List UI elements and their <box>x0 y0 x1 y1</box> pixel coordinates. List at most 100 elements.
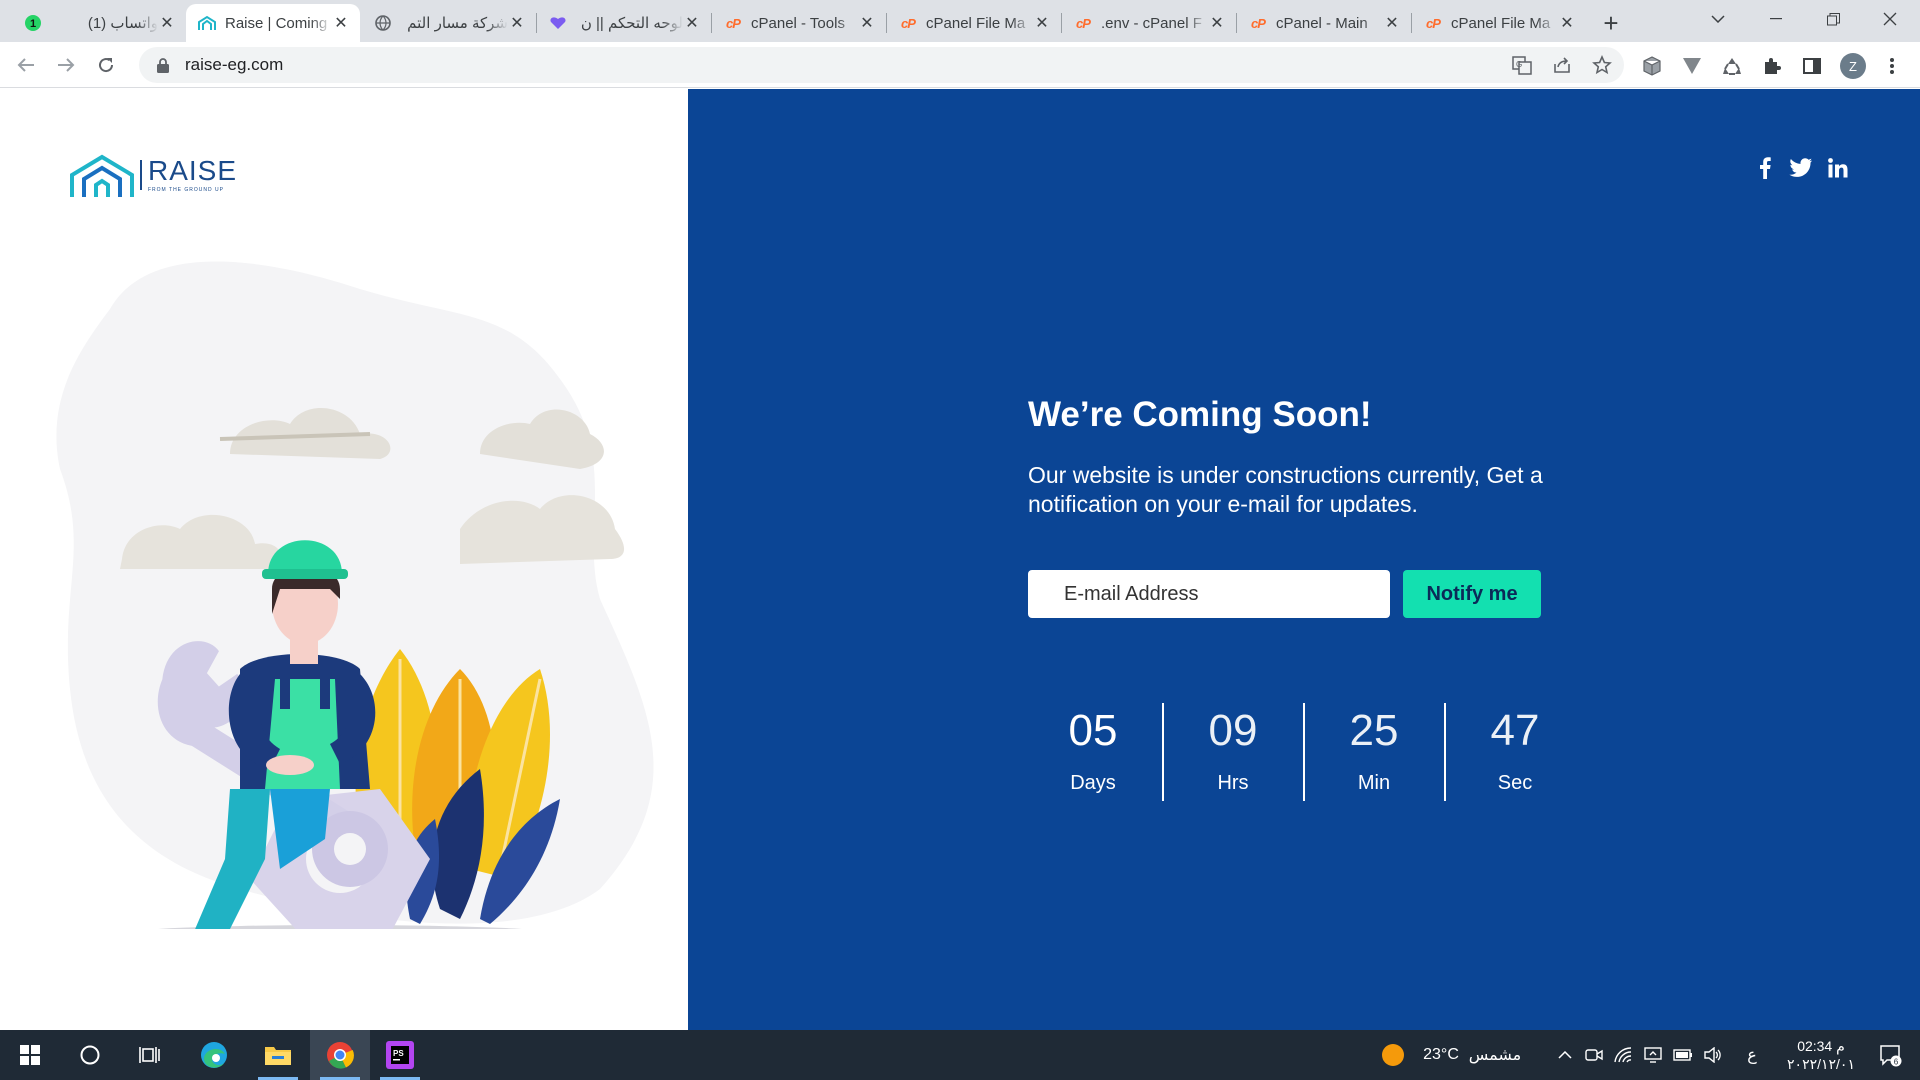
chrome-taskbar-icon[interactable] <box>310 1030 370 1080</box>
tab-whatsapp[interactable]: 1 (1) واتساب ✕ <box>12 4 186 42</box>
cpanel-icon: cP <box>1426 15 1441 31</box>
countdown-label: Days <box>1070 772 1116 794</box>
lock-icon[interactable] <box>153 57 173 73</box>
svg-text:G: G <box>1516 60 1522 69</box>
tab-close-icon[interactable]: ✕ <box>1033 14 1051 32</box>
page-title: We’re Coming Soon! <box>1028 395 1372 434</box>
tab-title: Raise | Coming Soon <box>225 14 332 32</box>
tab-cpanel-main[interactable]: cP cPanel - Main ✕ <box>1237 4 1411 42</box>
tab-title: .env - cPanel F <box>1101 14 1202 32</box>
extension-v-icon[interactable] <box>1680 54 1704 78</box>
tab-cpanel-tools[interactable]: cP cPanel - Tools ✕ <box>712 4 886 42</box>
cpanel-icon: cP <box>1251 15 1266 31</box>
linkedin-icon[interactable] <box>1825 155 1851 181</box>
meet-now-icon[interactable] <box>1581 1030 1607 1080</box>
tab-title: cPanel - Tools <box>751 14 845 32</box>
tab-close-icon[interactable]: ✕ <box>1558 14 1576 32</box>
tab-title: cPanel File Ma <box>1451 14 1551 32</box>
tab-title: شركة مسار التم <box>407 15 508 32</box>
browser-menu-icon[interactable] <box>1880 54 1904 78</box>
tab-close-icon[interactable]: ✕ <box>858 14 876 32</box>
left-panel: RAISE FROM THE GROUND UP <box>0 89 688 1030</box>
tab-cpanel-filemanager-2[interactable]: cP cPanel File Ma ✕ <box>1412 4 1586 42</box>
facebook-icon[interactable] <box>1752 155 1778 181</box>
wifi-icon[interactable] <box>1610 1030 1636 1080</box>
logo-word: RAISE <box>148 155 238 186</box>
tab-close-icon[interactable]: ✕ <box>683 14 701 32</box>
logo-tagline: FROM THE GROUND UP <box>148 187 224 193</box>
countdown-label: Hrs <box>1217 772 1249 794</box>
countdown-days: 05 Days <box>1028 704 1158 795</box>
tab-close-icon[interactable]: ✕ <box>508 14 526 32</box>
svg-text:PS: PS <box>393 1049 404 1058</box>
raise-logo-icon <box>198 14 216 32</box>
minimize-button[interactable] <box>1748 0 1804 38</box>
extension-recycle-icon[interactable] <box>1720 54 1744 78</box>
countdown-divider <box>1303 703 1305 801</box>
globe-icon <box>374 14 392 32</box>
back-button[interactable] <box>10 49 42 81</box>
cpanel-icon: cP <box>726 15 741 31</box>
tab-dashboard[interactable]: لوحه التحكم || ن ✕ <box>537 4 711 42</box>
reload-button[interactable] <box>90 49 122 81</box>
weather-sun-icon[interactable] <box>1378 1030 1408 1080</box>
web-page: RAISE FROM THE GROUND UP We’re Coming So… <box>0 89 1920 1030</box>
cpanel-icon: cP <box>901 15 916 31</box>
url-text: raise-eg.com <box>185 55 284 74</box>
tab-strip: 1 (1) واتساب ✕ Raise | Coming Soon ✕ شرك… <box>0 0 1920 42</box>
share-icon[interactable] <box>1550 53 1574 77</box>
forward-button[interactable] <box>50 49 82 81</box>
restore-button[interactable] <box>1805 0 1861 38</box>
clock[interactable]: 02:34 م ٢٠٢٢/١٢/٠١ <box>1772 1030 1870 1080</box>
extension-cube-icon[interactable] <box>1640 54 1664 78</box>
side-panel-icon[interactable] <box>1800 54 1824 78</box>
countdown-hours: 09 Hrs <box>1168 704 1298 795</box>
clock-date: ٢٠٢٢/١٢/٠١ <box>1787 1056 1855 1072</box>
tab-close-icon[interactable]: ✕ <box>332 14 350 32</box>
tray-chevron-up-icon[interactable] <box>1553 1030 1577 1080</box>
svg-text:1: 1 <box>30 18 36 30</box>
remote-desktop-icon[interactable] <box>1640 1030 1666 1080</box>
task-view-icon[interactable] <box>122 1030 178 1080</box>
raise-logo[interactable]: RAISE FROM THE GROUND UP <box>70 151 237 199</box>
tab-title: لوحه التحكم || ن <box>580 15 683 32</box>
notify-me-button[interactable]: Notify me <box>1403 570 1541 618</box>
address-bar[interactable]: raise-eg.com G <box>139 47 1624 83</box>
weather-temperature[interactable]: 23°C <box>1416 1030 1466 1080</box>
close-window-button[interactable] <box>1862 0 1918 38</box>
tab-raise[interactable]: Raise | Coming Soon ✕ <box>186 4 360 42</box>
tab-close-icon[interactable]: ✕ <box>158 14 176 32</box>
weather-condition[interactable]: مشمس <box>1466 1030 1524 1080</box>
bookmark-star-icon[interactable] <box>1590 53 1614 77</box>
worker-illustration <box>56 261 654 929</box>
whatsapp-icon: 1 <box>24 14 42 32</box>
phpstorm-icon[interactable]: PS <box>372 1030 428 1080</box>
twitter-icon[interactable] <box>1788 155 1814 181</box>
tab-close-icon[interactable]: ✕ <box>1383 14 1401 32</box>
volume-icon[interactable] <box>1700 1030 1726 1080</box>
file-explorer-icon[interactable] <box>250 1030 306 1080</box>
svg-text:6: 6 <box>1894 1058 1899 1067</box>
clock-time: 02:34 م <box>1797 1038 1845 1054</box>
notification-center-icon[interactable]: 6 <box>1870 1030 1910 1080</box>
countdown-value: 09 <box>1208 706 1258 755</box>
tab-company[interactable]: شركة مسار التم ✕ <box>362 4 536 42</box>
email-input[interactable] <box>1028 570 1390 618</box>
tab-close-icon[interactable]: ✕ <box>1208 14 1226 32</box>
cpanel-icon: cP <box>1076 15 1091 31</box>
edge-browser-icon[interactable] <box>186 1030 242 1080</box>
countdown-minutes: 25 Min <box>1309 704 1439 795</box>
tab-cpanel-env[interactable]: cP .env - cPanel F ✕ <box>1062 4 1236 42</box>
tab-search-chevron-icon[interactable] <box>1690 0 1746 38</box>
new-tab-button[interactable]: + <box>1597 8 1625 38</box>
translate-icon[interactable]: G <box>1510 53 1534 77</box>
search-circle-icon[interactable] <box>62 1030 118 1080</box>
input-language[interactable]: ع <box>1740 1030 1764 1080</box>
countdown-value: 05 <box>1068 706 1118 755</box>
start-windows-icon[interactable] <box>2 1030 58 1080</box>
countdown-seconds: 47 Sec <box>1450 704 1580 795</box>
profile-avatar[interactable]: Z <box>1840 53 1866 79</box>
battery-icon[interactable] <box>1670 1030 1696 1080</box>
extensions-puzzle-icon[interactable] <box>1760 54 1784 78</box>
tab-cpanel-filemanager[interactable]: cP cPanel File Ma ✕ <box>887 4 1061 42</box>
